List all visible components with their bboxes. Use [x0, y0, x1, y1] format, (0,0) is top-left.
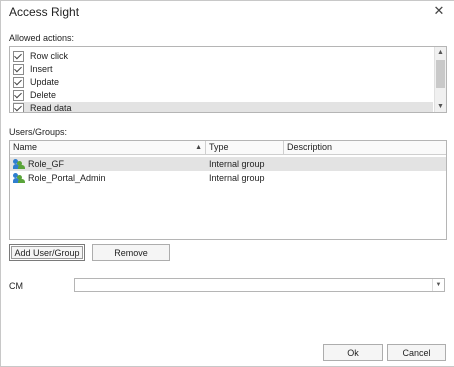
scroll-up-icon[interactable]: ▲ — [435, 47, 446, 58]
column-label: Description — [287, 142, 333, 152]
action-item-delete[interactable]: Delete — [13, 89, 433, 101]
action-label: Read data — [30, 103, 72, 113]
column-header-name[interactable]: Name ▲ — [10, 141, 206, 154]
column-header-description[interactable]: Description — [284, 141, 446, 154]
checkbox-checked-icon[interactable] — [13, 89, 24, 101]
table-row[interactable]: Role_Portal_Admin Internal group — [10, 171, 446, 185]
type-cell: Internal group — [209, 173, 265, 183]
users-groups-label: Users/Groups: — [9, 127, 68, 137]
action-item-read-data[interactable]: Read data — [13, 102, 433, 113]
actions-scrollbar[interactable]: ▲ ▼ — [434, 47, 446, 112]
ok-button[interactable]: Ok — [323, 344, 383, 361]
action-label: Update — [30, 77, 60, 87]
name-cell: Role_Portal_Admin — [10, 171, 106, 185]
checkbox-checked-icon[interactable] — [13, 102, 24, 112]
action-label: Delete — [30, 90, 57, 100]
checkbox-checked-icon[interactable] — [13, 63, 24, 75]
checkbox-checked-icon[interactable] — [13, 76, 24, 88]
user-group-icon — [13, 159, 25, 169]
row-name: Role_Portal_Admin — [28, 173, 106, 183]
action-item-insert[interactable]: Insert — [13, 63, 433, 75]
scroll-down-icon[interactable]: ▼ — [435, 101, 446, 112]
close-icon[interactable]: ✕ — [432, 4, 446, 18]
checkbox-checked-icon[interactable] — [13, 50, 24, 62]
description-cell — [284, 157, 287, 171]
access-right-dialog: Access Right ✕ Allowed actions: Row clic… — [0, 0, 454, 367]
cm-label: CM — [9, 281, 23, 291]
sort-ascending-icon: ▲ — [195, 144, 202, 151]
table-header: Name ▲ Type Description — [10, 141, 446, 155]
row-name: Role_GF — [28, 159, 65, 169]
cancel-button[interactable]: Cancel — [387, 344, 446, 361]
action-label: Insert — [30, 64, 53, 74]
remove-button[interactable]: Remove — [92, 244, 170, 261]
user-group-icon — [13, 173, 25, 183]
action-item-update[interactable]: Update — [13, 76, 433, 88]
allowed-actions-list[interactable]: Row click Insert Update Delete Read data… — [9, 46, 447, 113]
table-row[interactable]: Role_GF Internal group — [10, 157, 446, 171]
chevron-down-icon[interactable]: ▼ — [432, 279, 444, 291]
dialog-title: Access Right — [9, 5, 80, 19]
allowed-actions-label: Allowed actions: — [9, 33, 75, 43]
description-cell — [284, 171, 287, 185]
scrollbar-thumb[interactable] — [436, 60, 445, 88]
action-item-row-click[interactable]: Row click — [13, 50, 433, 62]
column-header-type[interactable]: Type — [206, 141, 284, 154]
cm-combobox[interactable]: ▼ — [74, 278, 445, 292]
add-user-group-button[interactable]: Add User/Group — [9, 244, 85, 261]
type-cell: Internal group — [209, 159, 265, 169]
name-cell: Role_GF — [10, 157, 64, 171]
action-label: Row click — [30, 51, 69, 61]
column-label: Type — [209, 142, 229, 152]
users-groups-table[interactable]: Name ▲ Type Description Role_GF Internal… — [9, 140, 447, 240]
column-label: Name — [13, 142, 38, 152]
